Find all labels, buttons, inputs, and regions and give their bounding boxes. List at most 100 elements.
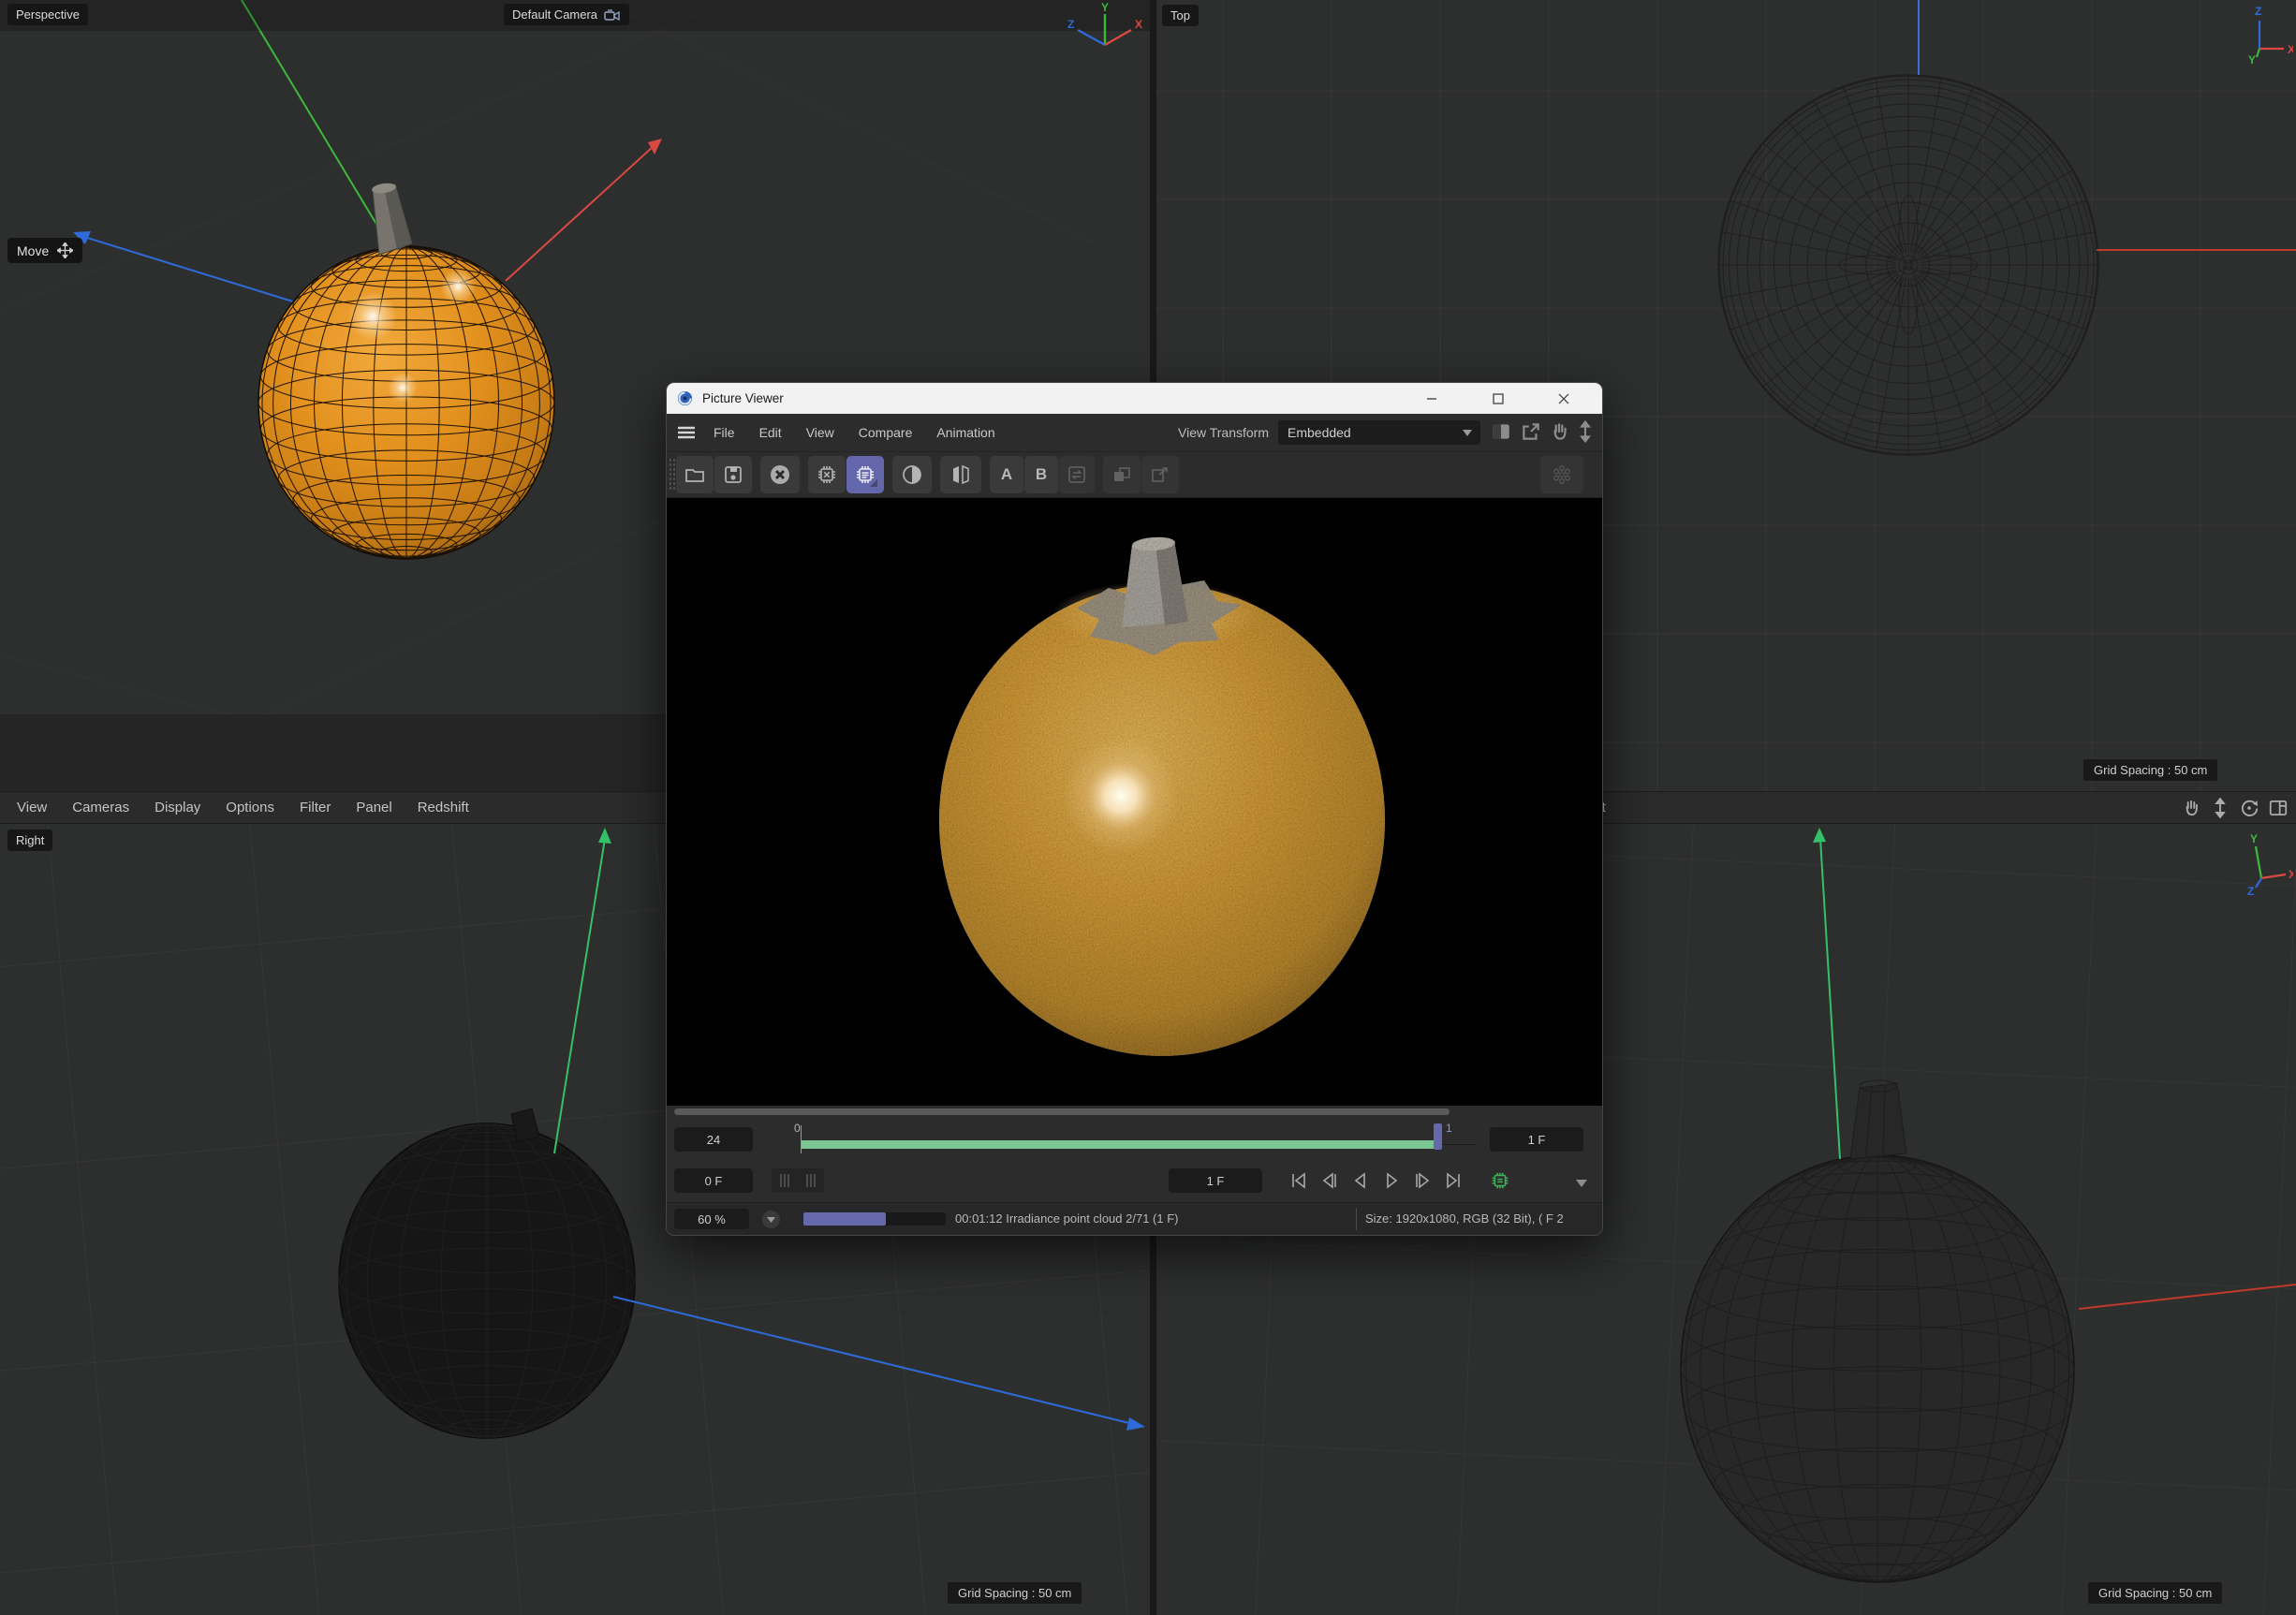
viewport-layout-icon[interactable] bbox=[2268, 798, 2289, 818]
pv-menu-view[interactable]: View bbox=[806, 425, 834, 440]
pv-menubar: File Edit View Compare Animation View Tr… bbox=[667, 414, 1602, 452]
zoom-updown-icon[interactable] bbox=[2210, 798, 2230, 818]
copy-to-layer-button[interactable] bbox=[1103, 456, 1141, 493]
zoom-updown-icon[interactable] bbox=[1574, 420, 1597, 443]
timeline-track[interactable]: 0 1 bbox=[772, 1119, 1480, 1160]
mini-scrubber[interactable] bbox=[772, 1168, 824, 1193]
grid-spacing-right-view: Grid Spacing : 50 cm bbox=[948, 1582, 1082, 1604]
zoom-level-field[interactable]: 60 % bbox=[674, 1209, 749, 1229]
timeline-handle[interactable] bbox=[1434, 1123, 1442, 1150]
compare-mode-button[interactable] bbox=[892, 456, 932, 493]
pv-titlebar[interactable]: Picture Viewer bbox=[667, 383, 1602, 414]
render-canvas[interactable] bbox=[667, 498, 1602, 1106]
rendered-pumpkin-image bbox=[667, 498, 1602, 1106]
transport-options-caret[interactable] bbox=[1576, 1175, 1587, 1192]
play-backward-button[interactable] bbox=[1347, 1167, 1374, 1194]
pumpkin-stem bbox=[371, 182, 412, 255]
zoom-presets-button[interactable] bbox=[762, 1211, 780, 1228]
pumpkin-wireframe-dark[interactable] bbox=[339, 1123, 635, 1438]
set-a-button[interactable]: A bbox=[990, 456, 1023, 493]
save-icon bbox=[722, 463, 744, 486]
open-file-button[interactable] bbox=[676, 456, 714, 493]
swap-ab-button[interactable] bbox=[1059, 456, 1095, 493]
range-start-marker[interactable] bbox=[801, 1125, 802, 1153]
gizmo-y-label: Y bbox=[2248, 53, 2256, 66]
cancel-render-button[interactable] bbox=[760, 456, 800, 493]
molecule-icon bbox=[1550, 462, 1574, 487]
axis-gizmo-bottom-right[interactable]: Y X Z bbox=[2231, 830, 2293, 899]
axis-gizmo-perspective[interactable]: Y Z X bbox=[1066, 2, 1142, 60]
view-transform-dropdown[interactable]: Embedded bbox=[1278, 420, 1480, 445]
viewport-title-perspective[interactable]: Perspective bbox=[7, 4, 88, 25]
start-frame-field[interactable]: 0 F bbox=[674, 1168, 753, 1193]
chip-green-icon bbox=[1489, 1169, 1511, 1192]
menu-view[interactable]: View bbox=[17, 800, 47, 815]
range-end-label: 1 bbox=[1446, 1122, 1452, 1135]
render-progress-bar bbox=[803, 1212, 946, 1226]
view-transform-label: View Transform bbox=[1178, 425, 1269, 440]
goto-end-button[interactable] bbox=[1439, 1167, 1466, 1194]
previous-frame-button[interactable] bbox=[1316, 1167, 1343, 1194]
fps-field[interactable]: 24 bbox=[674, 1127, 753, 1152]
pv-menu-animation[interactable]: Animation bbox=[936, 425, 994, 440]
toolbar-grip[interactable] bbox=[669, 458, 675, 492]
goto-start-button[interactable] bbox=[1285, 1167, 1312, 1194]
contrast-icon bbox=[901, 463, 923, 486]
clear-render-button[interactable] bbox=[808, 456, 846, 493]
camera-name: Default Camera bbox=[512, 7, 597, 22]
pumpkin-wireframe-large[interactable] bbox=[1681, 1155, 2074, 1582]
net-render-button[interactable] bbox=[1540, 456, 1583, 493]
pumpkin-wireframe-shaded[interactable] bbox=[258, 246, 554, 559]
next-frame-button[interactable] bbox=[1408, 1167, 1435, 1194]
move-icon bbox=[57, 242, 73, 258]
minimize-button[interactable] bbox=[1412, 383, 1451, 414]
menu-filter[interactable]: Filter bbox=[300, 800, 331, 815]
pv-menu-edit[interactable]: Edit bbox=[759, 425, 782, 440]
pan-hand-icon[interactable] bbox=[2181, 798, 2201, 818]
axis-gizmo-top[interactable]: Z X Y bbox=[2231, 2, 2293, 69]
save-button[interactable] bbox=[714, 456, 752, 493]
chevron-down-icon bbox=[1463, 430, 1472, 436]
maximize-button[interactable] bbox=[1479, 383, 1518, 414]
camera-selector[interactable]: Default Camera bbox=[504, 4, 629, 25]
open-external-icon[interactable] bbox=[1520, 420, 1542, 443]
render-frame-toggle[interactable] bbox=[1489, 1169, 1511, 1197]
ab-mirror-icon bbox=[949, 463, 972, 486]
pv-menu-file[interactable]: File bbox=[714, 425, 735, 440]
render-to-viewer-button[interactable] bbox=[846, 456, 884, 493]
pv-menu-compare[interactable]: Compare bbox=[859, 425, 913, 440]
menu-panel[interactable]: Panel bbox=[356, 800, 391, 815]
rotate-view-icon[interactable] bbox=[2239, 798, 2259, 818]
ab-wipe-button[interactable] bbox=[940, 456, 981, 493]
current-frame-field[interactable]: 1 F bbox=[1169, 1168, 1262, 1193]
pumpkin-stem-wire bbox=[1850, 1080, 1906, 1159]
set-b-button[interactable]: B bbox=[1024, 456, 1058, 493]
hamburger-menu-icon[interactable] bbox=[678, 426, 695, 439]
gizmo-z-label: Z bbox=[2255, 5, 2261, 18]
move-tool-label: Move bbox=[17, 243, 49, 258]
close-button[interactable] bbox=[1544, 383, 1583, 414]
menu-cameras[interactable]: Cameras bbox=[72, 800, 129, 815]
tool-tooltip-move: Move bbox=[7, 238, 82, 263]
cinema4d-app-icon bbox=[677, 390, 693, 406]
viewport-title-right[interactable]: Right bbox=[7, 830, 52, 851]
horizontal-scrollbar[interactable] bbox=[674, 1108, 1450, 1115]
viewport-title-top[interactable]: Top bbox=[1162, 5, 1199, 26]
export-button[interactable] bbox=[1141, 456, 1179, 493]
pan-hand-icon[interactable] bbox=[1548, 420, 1570, 443]
menu-display[interactable]: Display bbox=[155, 800, 200, 815]
picture-viewer-window[interactable]: Picture Viewer File Edit View Compare An… bbox=[666, 382, 1603, 1236]
end-frame-field[interactable]: 1 F bbox=[1490, 1127, 1583, 1152]
chip-x-icon bbox=[815, 462, 839, 487]
menu-redshift[interactable]: Redshift bbox=[418, 800, 469, 815]
menu-options[interactable]: Options bbox=[226, 800, 274, 815]
range-start-label: 0 bbox=[794, 1122, 801, 1135]
camera-icon bbox=[604, 8, 621, 22]
gizmo-z-label: Z bbox=[1067, 18, 1074, 31]
sphere-wireframe-top[interactable] bbox=[1718, 75, 2098, 455]
swap-icon bbox=[1067, 464, 1087, 485]
timeline-range-bar[interactable] bbox=[802, 1140, 1438, 1149]
cinema4d-workspace: Perspective Default Camera Move bbox=[0, 0, 2296, 1615]
play-forward-button[interactable] bbox=[1377, 1167, 1405, 1194]
panel-toggle-icon[interactable] bbox=[1490, 420, 1512, 443]
